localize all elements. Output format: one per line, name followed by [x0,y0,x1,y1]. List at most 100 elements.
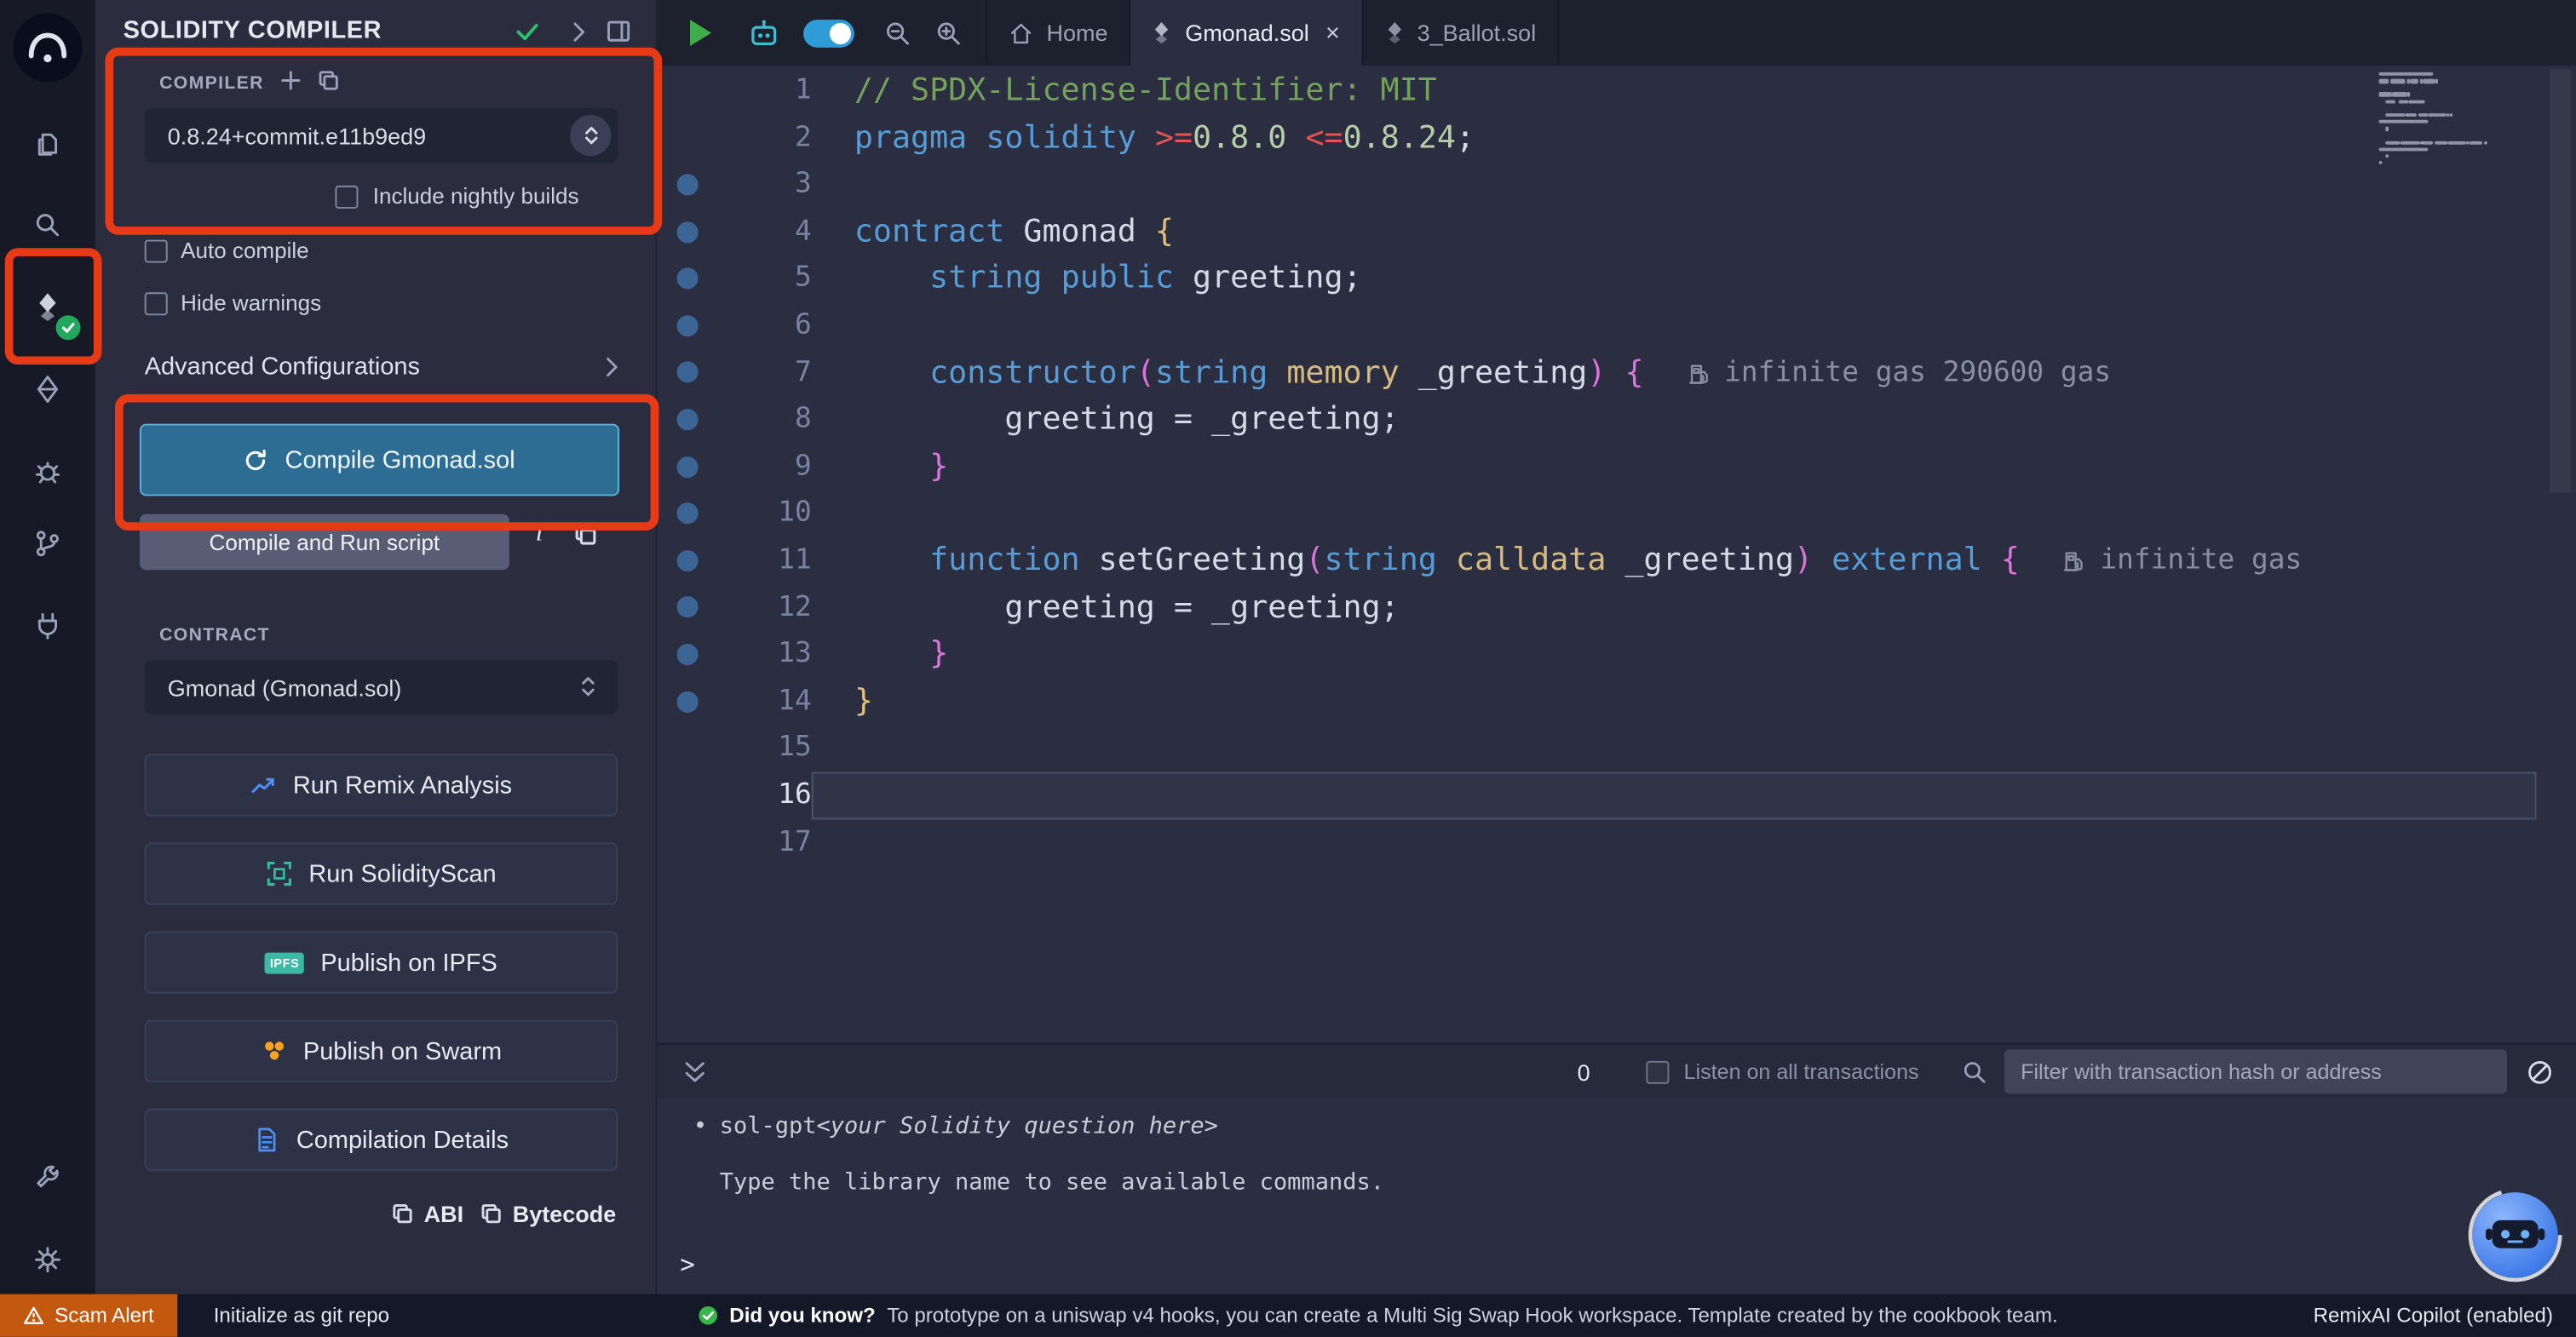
solidity-compiler-icon[interactable] [0,278,95,336]
compiler-version-select[interactable]: 0.8.24+commit.e11b9ed9 [145,108,618,163]
code-line[interactable]: 11 function setGreeting(string calldata … [657,537,2576,584]
compiler-config-copy-icon[interactable] [317,69,340,92]
info-icon[interactable]: i [536,519,543,548]
code-line[interactable]: 9 } [657,443,2576,490]
ai-assistant-button[interactable] [2468,1187,2563,1282]
tab-gmonad[interactable]: Gmonad.sol × [1131,0,1363,66]
run-solidityscan-button[interactable]: Run SolidityScan [145,842,618,904]
gutter[interactable] [657,584,716,631]
hide-warnings-label[interactable]: Hide warnings [181,290,321,315]
gutter-dot[interactable] [676,502,698,524]
gutter-dot[interactable] [676,691,698,712]
compile-button[interactable]: Compile Gmonad.sol [140,424,619,496]
contract-select[interactable]: Gmonad (Gmonad.sol) [145,660,618,714]
copilot-status[interactable]: RemixAI Copilot (enabled) [2314,1304,2553,1327]
code-line[interactable]: 3 [657,161,2576,208]
debugger-icon[interactable] [0,442,95,501]
code-line[interactable]: 10 [657,490,2576,537]
close-tab-icon[interactable]: × [1325,19,1340,47]
deploy-run-icon[interactable] [0,359,95,418]
gutter[interactable] [657,631,716,678]
panel-chevron-icon[interactable] [565,18,591,44]
minimap[interactable] [2379,72,2530,214]
copilot-toggle[interactable] [803,19,854,47]
gutter-dot[interactable] [676,174,698,195]
bytecode-copy-button[interactable]: Bytecode [480,1201,616,1227]
code-line[interactable]: 1// SPDX-License-Identifier: MIT [657,67,2576,114]
gutter-dot[interactable] [676,268,698,290]
search-icon[interactable] [0,195,95,254]
gutter[interactable] [657,772,716,818]
tab-home[interactable]: Home [986,0,1130,66]
gutter[interactable] [657,725,716,772]
code-editor[interactable]: 1// SPDX-License-Identifier: MIT2pragma … [657,66,2576,1042]
code-line[interactable]: 14} [657,678,2576,725]
ai-robot-icon[interactable] [747,18,780,48]
code-line[interactable]: 15 [657,725,2576,772]
tab-ballot[interactable]: 3_Ballot.sol [1363,0,1559,66]
run-remix-analysis-button[interactable]: Run Remix Analysis [145,754,618,816]
zoom-out-icon[interactable] [884,19,912,47]
collapse-terminal-icon[interactable] [680,1059,710,1085]
publish-ipfs-button[interactable]: IPFS Publish on IPFS [145,931,618,993]
gutter[interactable] [657,818,716,865]
gutter[interactable] [657,443,716,490]
publish-swarm-button[interactable]: Publish on Swarm [145,1020,618,1082]
settings-gear-icon[interactable] [0,1230,95,1288]
auto-compile-checkbox[interactable] [145,240,168,263]
git-init-button[interactable]: Initialize as git repo [214,1304,389,1327]
terminal-filter-input[interactable] [2004,1049,2507,1093]
hide-warnings-checkbox[interactable] [145,292,168,315]
gutter[interactable] [657,302,716,349]
gutter-dot[interactable] [676,221,698,243]
code-line[interactable]: 16 [657,772,2576,818]
code-line[interactable]: 13 } [657,631,2576,678]
code-line[interactable]: 12 greeting = _greeting; [657,584,2576,631]
gutter[interactable] [657,255,716,302]
run-play-button[interactable] [690,20,711,46]
gutter[interactable] [657,209,716,255]
gutter-dot[interactable] [676,550,698,571]
gutter[interactable] [657,396,716,443]
gutter-dot[interactable] [676,362,698,383]
copy-script-icon[interactable] [573,522,598,547]
advanced-config-label[interactable]: Advanced Configurations [145,353,420,382]
compilation-details-button[interactable]: Compilation Details [145,1109,618,1171]
code-line[interactable]: 2pragma solidity >=0.8.0 <=0.8.24; [657,114,2576,161]
pin-panel-icon[interactable] [607,20,631,43]
editor-scrollbar[interactable] [2550,69,2571,493]
advanced-config-chevron-icon[interactable] [598,353,624,380]
listen-transactions-label[interactable]: Listen on all transactions [1684,1059,1919,1084]
plugin-manager-icon[interactable] [0,596,95,655]
file-explorer-icon[interactable] [0,115,95,174]
listen-transactions-checkbox[interactable] [1646,1060,1669,1083]
gutter[interactable] [657,490,716,537]
code-line[interactable]: 7 constructor(string memory _greeting) {… [657,349,2576,396]
nightly-builds-label[interactable]: Include nightly builds [373,184,579,209]
gutter[interactable] [657,161,716,208]
gutter[interactable] [657,349,716,396]
code-line[interactable]: 8 greeting = _greeting; [657,396,2576,443]
version-select-arrows[interactable] [570,115,611,156]
scam-alert-badge[interactable]: Scam Alert [0,1294,177,1337]
auto-compile-label[interactable]: Auto compile [181,238,309,263]
gutter[interactable] [657,67,716,114]
gutter-dot[interactable] [676,644,698,665]
remix-logo[interactable] [0,10,95,86]
gutter-dot[interactable] [676,315,698,336]
add-compiler-icon[interactable] [279,69,302,92]
code-line[interactable]: 6 [657,302,2576,349]
gutter-dot[interactable] [676,597,698,618]
nightly-builds-checkbox[interactable] [335,186,358,209]
zoom-in-icon[interactable] [934,19,963,47]
gutter-dot[interactable] [676,456,698,477]
terminal-output[interactable]: •sol-gpt <your Solidity question here>Ty… [657,1099,2576,1294]
code-line[interactable]: 4contract Gmonad { [657,209,2576,255]
tools-wrench-icon[interactable] [0,1148,95,1207]
git-icon[interactable] [0,514,95,573]
terminal-prompt[interactable]: > [680,1250,694,1280]
gutter[interactable] [657,537,716,584]
code-line[interactable]: 17 [657,818,2576,865]
gutter[interactable] [657,114,716,161]
clear-console-icon[interactable] [2527,1059,2553,1085]
